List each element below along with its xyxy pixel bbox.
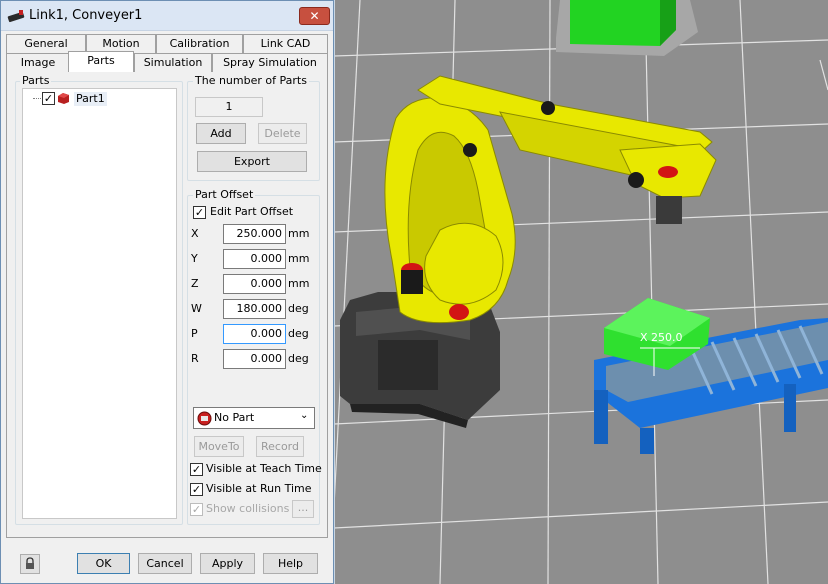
- visible-teach-label: Visible at Teach Time: [206, 462, 322, 475]
- moveto-button[interactable]: MoveTo: [194, 436, 244, 457]
- link-icon: [7, 10, 25, 23]
- y-field[interactable]: 0.000: [223, 249, 286, 269]
- cancel-button[interactable]: Cancel: [138, 553, 192, 574]
- parts-tree[interactable]: ✓ Part1: [22, 88, 177, 519]
- tab-simulation[interactable]: Simulation: [134, 53, 212, 72]
- tab-link-cad[interactable]: Link CAD: [243, 34, 328, 53]
- window-title: Link1, Conveyer1: [29, 8, 143, 23]
- visible-run-checkbox[interactable]: ✓: [190, 483, 203, 496]
- number-of-parts-label: The number of Parts: [193, 74, 309, 87]
- no-part-icon: [197, 411, 212, 426]
- y-label: Y: [191, 252, 198, 265]
- parts-group-label: Parts: [20, 74, 52, 87]
- edit-offset-label: Edit Part Offset: [210, 205, 294, 218]
- tab-spray-simulation[interactable]: Spray Simulation: [212, 53, 328, 72]
- x-unit: mm: [288, 227, 310, 240]
- tab-image[interactable]: Image: [6, 53, 70, 72]
- w-unit: deg: [288, 302, 309, 315]
- visible-teach-checkbox[interactable]: ✓: [190, 463, 203, 476]
- tab-calibration[interactable]: Calibration: [156, 34, 243, 53]
- edit-offset-checkbox[interactable]: ✓: [193, 206, 206, 219]
- p-field[interactable]: 0.000: [223, 324, 286, 344]
- part-offset-label: Part Offset: [193, 188, 256, 201]
- z-label: Z: [191, 277, 199, 290]
- show-collisions-label: Show collisions: [206, 502, 290, 515]
- record-button[interactable]: Record: [256, 436, 304, 457]
- w-label: W: [191, 302, 202, 315]
- tab-parts[interactable]: Parts: [68, 51, 134, 72]
- w-field[interactable]: 180.000: [223, 299, 286, 319]
- x-label: X: [191, 227, 199, 240]
- delete-button[interactable]: Delete: [258, 123, 307, 144]
- tree-item-part1[interactable]: Part1: [74, 92, 107, 106]
- r-field[interactable]: 0.000: [223, 349, 286, 369]
- part-select-value: No Part: [214, 411, 255, 424]
- visible-run-label: Visible at Run Time: [206, 482, 312, 495]
- r-unit: deg: [288, 352, 309, 365]
- add-button[interactable]: Add: [196, 123, 246, 144]
- help-button[interactable]: Help: [263, 553, 318, 574]
- part1-checkbox[interactable]: ✓: [42, 92, 55, 105]
- p-label: P: [191, 327, 198, 340]
- lock-icon: [26, 557, 34, 569]
- x-field[interactable]: 250.000: [223, 224, 286, 244]
- parts-count-field: 1: [195, 97, 263, 117]
- lock-button[interactable]: [20, 554, 40, 574]
- title-bar[interactable]: Link1, Conveyer1 ✕: [1, 1, 333, 31]
- properties-dialog: Link1, Conveyer1 ✕ General Motion Calibr…: [0, 0, 334, 584]
- ok-button[interactable]: OK: [77, 553, 130, 574]
- part-select[interactable]: No Part ⌄: [193, 407, 315, 429]
- close-button[interactable]: ✕: [299, 7, 330, 25]
- y-unit: mm: [288, 252, 310, 265]
- p-unit: deg: [288, 327, 309, 340]
- collisions-more-button[interactable]: ...: [292, 500, 314, 518]
- show-collisions-checkbox[interactable]: ✓: [190, 503, 203, 516]
- part-icon: [58, 93, 69, 104]
- chevron-down-icon: ⌄: [300, 410, 309, 421]
- r-label: R: [191, 352, 199, 365]
- z-unit: mm: [288, 277, 310, 290]
- apply-button[interactable]: Apply: [200, 553, 255, 574]
- export-button[interactable]: Export: [197, 151, 307, 172]
- offset-annotation: X 250.0: [640, 331, 683, 344]
- z-field[interactable]: 0.000: [223, 274, 286, 294]
